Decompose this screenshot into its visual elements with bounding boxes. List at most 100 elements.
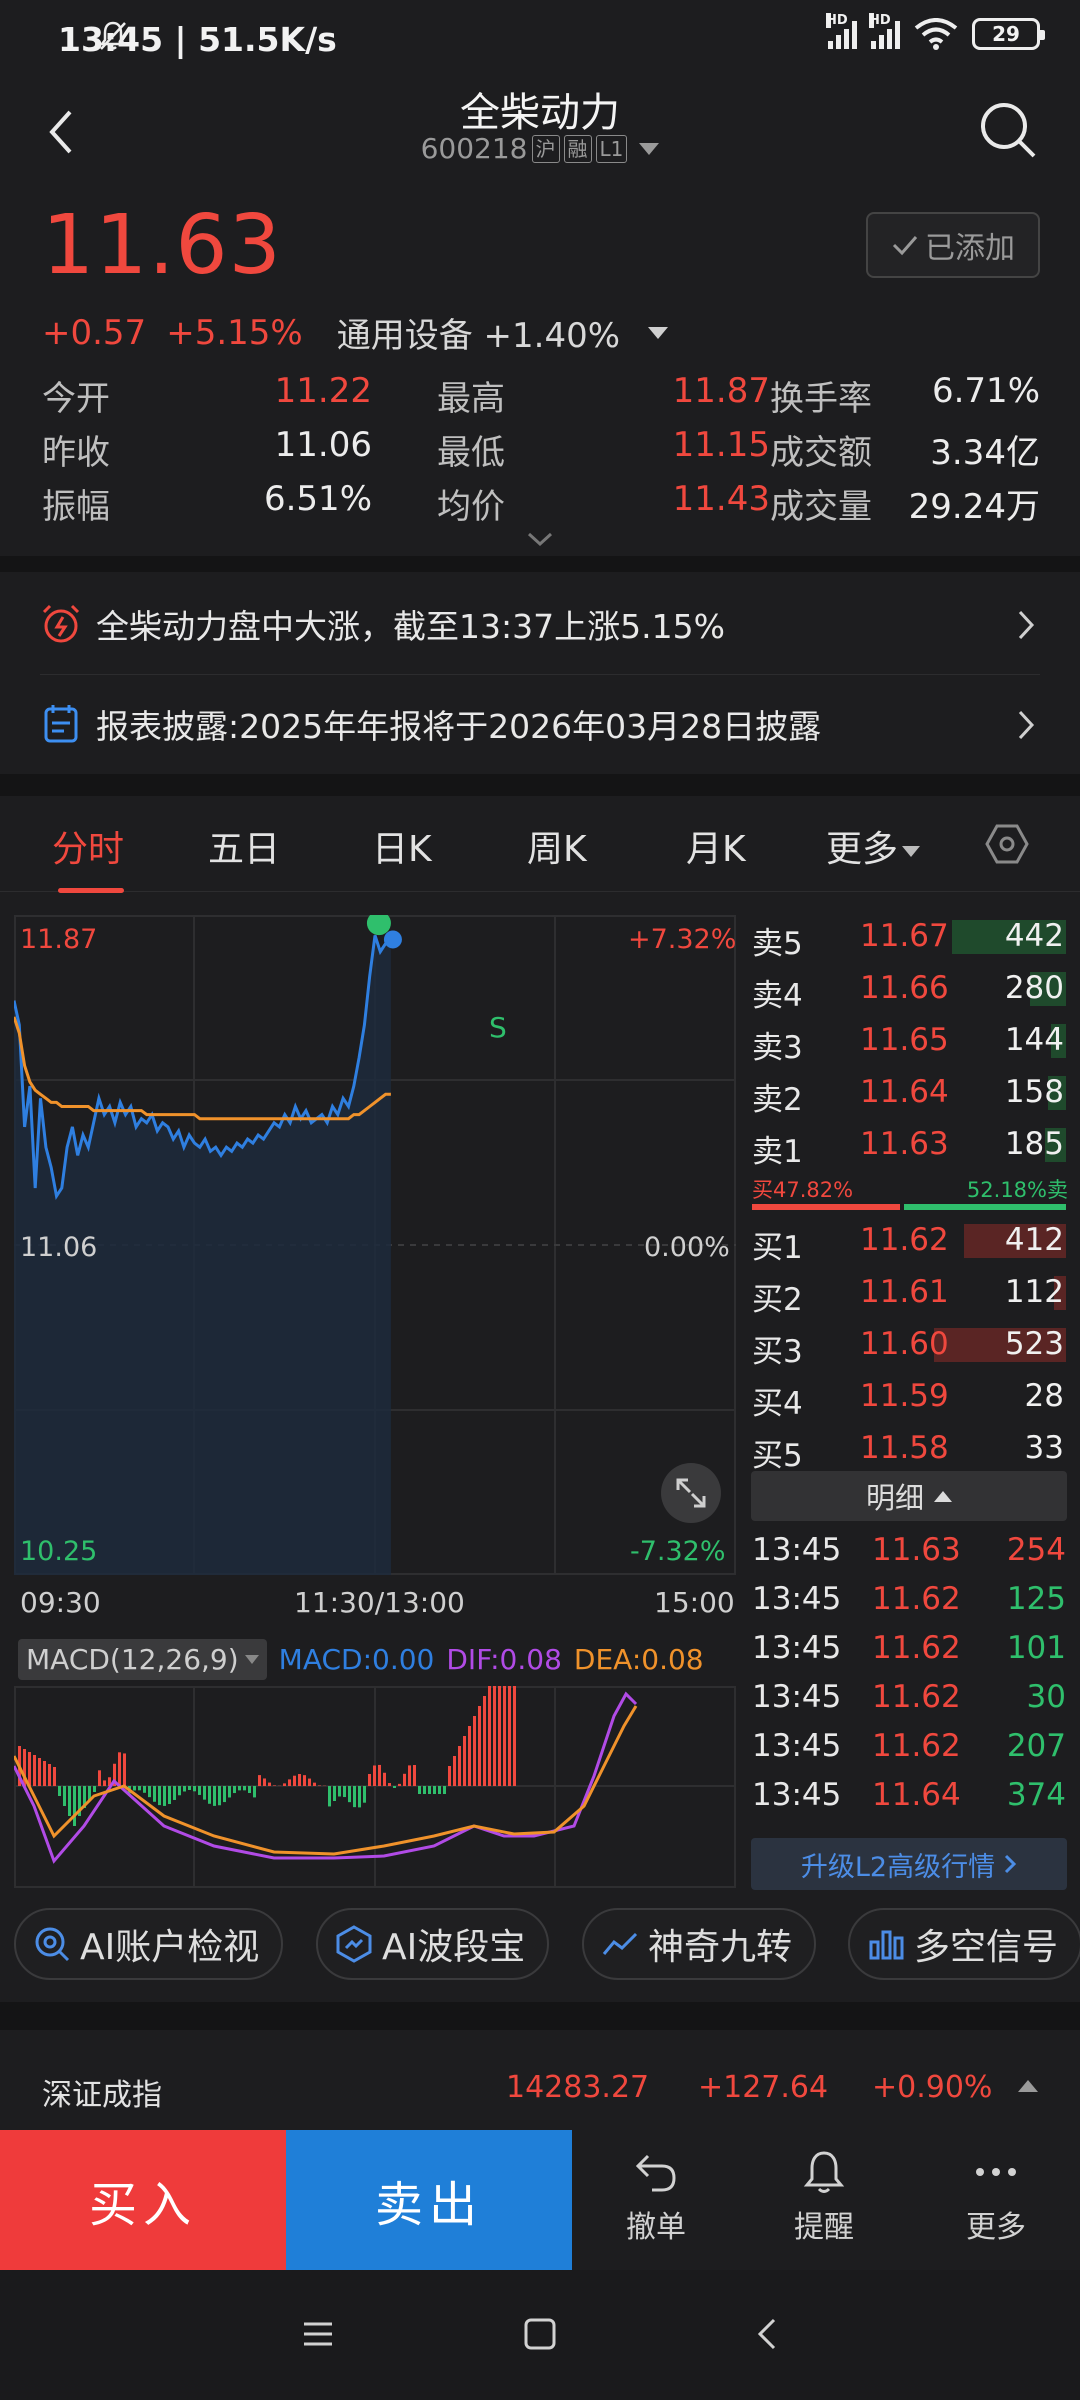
buy-level-row[interactable]: 买3 11.60 523 [750, 1318, 1068, 1370]
check-icon [892, 236, 918, 256]
macd-histogram-bar [478, 1706, 481, 1786]
level-label: 卖4 [752, 978, 803, 1014]
tick-time: 13:45 [752, 1532, 842, 1568]
stock-code-row[interactable]: 600218 沪 融 L1 [0, 132, 1080, 165]
macd-histogram-bar [268, 1782, 271, 1786]
more-button[interactable]: 更多 [936, 2148, 1056, 2246]
system-nav-bar [0, 2270, 1080, 2400]
indicator-selector[interactable]: MACD(12,26,9) [18, 1638, 267, 1680]
level-volume: 33 [1024, 1430, 1064, 1466]
stock-name: 全柴动力 [460, 90, 620, 136]
sell-level-row[interactable]: 卖4 11.66 280 [750, 962, 1068, 1014]
price-alert-notice[interactable]: 全柴动力盘中大涨，截至13:37上涨5.15% [0, 576, 1080, 672]
detail-label: 明细 [865, 1481, 924, 1515]
tick-time: 13:45 [752, 1777, 842, 1813]
tab-more[interactable]: 更多 [826, 820, 921, 872]
tab-five-day[interactable]: 五日 [208, 820, 280, 872]
buy-level-row[interactable]: 买1 11.62 412 [750, 1214, 1068, 1266]
stat-value: 29.24万 [908, 486, 1040, 527]
macd-histogram-bar [353, 1786, 356, 1808]
intraday-chart[interactable] [14, 915, 736, 1575]
tab-daily-k[interactable]: 日K [372, 820, 432, 872]
chevron-right-icon [1018, 610, 1035, 640]
tick-row: 13:45 11.63 254 [750, 1528, 1068, 1577]
time-axis-end: 15:00 [654, 1586, 735, 1619]
price-alert-button[interactable]: 提醒 [764, 2148, 884, 2246]
menu-icon[interactable] [298, 2314, 338, 2354]
tick-volume: 30 [1026, 1679, 1066, 1715]
macd-histogram-bar [43, 1761, 46, 1786]
stat-label: 均价 [437, 486, 505, 527]
level-label: 买3 [752, 1334, 803, 1370]
index-change: +127.64 [698, 2070, 829, 2105]
home-icon[interactable] [520, 2314, 560, 2354]
tab-intraday[interactable]: 分时 [52, 820, 124, 872]
expand-chevron-icon[interactable] [526, 530, 554, 548]
tick-price: 11.62 [872, 1581, 961, 1617]
tick-price: 11.62 [872, 1679, 961, 1715]
chip-magic-nine[interactable]: 神奇九转 [582, 1908, 817, 1980]
tick-row: 13:45 11.62 207 [750, 1724, 1068, 1773]
stat-label: 昨收 [42, 432, 110, 473]
macd-histogram-bar [68, 1786, 71, 1816]
level-volume: 523 [1004, 1326, 1064, 1362]
macd-histogram-bar [483, 1696, 486, 1786]
tab-weekly-k[interactable]: 周K [527, 820, 587, 872]
status-icons: HD HD 29 [99, 13, 1045, 50]
macd-histogram-bar [428, 1786, 431, 1794]
watchlist-added-button[interactable]: 已添加 [866, 212, 1040, 278]
report-text: 报表披露:2025年年报将于2026年03月28日披露 [96, 707, 822, 746]
fullscreen-icon[interactable] [660, 1462, 722, 1524]
macd-histogram-bar [248, 1786, 251, 1794]
margin-tag: 融 [563, 134, 592, 163]
report-notice[interactable]: 报表披露:2025年年报将于2026年03月28日披露 [0, 676, 1080, 772]
price-change-row: +0.57 +5.15% 通用设备 +1.40% [42, 308, 669, 357]
buy-level-row[interactable]: 买5 11.58 33 [750, 1422, 1068, 1474]
industry-caret-icon[interactable] [648, 326, 669, 339]
cancel-order-button[interactable]: 撤单 [596, 2148, 716, 2246]
sell-button[interactable]: 卖出 [286, 2130, 572, 2270]
chart-settings-icon[interactable] [985, 822, 1029, 866]
section-divider [0, 2002, 1080, 2030]
more-label: 更多 [966, 2210, 1026, 2245]
buy-sell-ratio: 买47.82% 52.18%卖 [750, 1172, 1068, 1212]
tab-monthly-k[interactable]: 月K [686, 820, 746, 872]
back-icon[interactable] [748, 2314, 788, 2354]
upgrade-l2-button[interactable]: 升级L2高级行情 [751, 1838, 1067, 1890]
index-ticker[interactable]: 深证成指 14283.27 +127.64 +0.90% [0, 2030, 1080, 2130]
macd-histogram-bar [348, 1786, 351, 1803]
macd-histogram-bar [173, 1786, 176, 1800]
macd-histogram-bar [238, 1786, 241, 1791]
sell-level-row[interactable]: 卖1 11.63 185 [750, 1118, 1068, 1170]
chip-label: AI波段宝 [382, 1927, 526, 1968]
dea-value: DEA:0.08 [573, 1642, 704, 1676]
chip-ai-account-review[interactable]: AI账户检视 [14, 1908, 284, 1980]
macd-histogram-bar [198, 1786, 201, 1795]
macd-histogram-bar [308, 1778, 311, 1786]
macd-histogram-bar [228, 1786, 231, 1798]
macd-histogram-bar [193, 1786, 196, 1792]
level-volume: 112 [1004, 1274, 1064, 1310]
buy-level-row[interactable]: 买4 11.59 28 [750, 1370, 1068, 1422]
average-price-line [14, 1016, 391, 1121]
macd-histogram-bar [243, 1786, 246, 1791]
chip-ai-swing[interactable]: AI波段宝 [316, 1908, 550, 1980]
industry-link[interactable]: 通用设备 +1.40% [337, 308, 620, 357]
macd-histogram-bar [208, 1786, 211, 1804]
trade-detail-button[interactable]: 明细 [751, 1471, 1067, 1521]
macd-chart[interactable] [14, 1686, 736, 1888]
buy-button[interactable]: 买入 [0, 2130, 286, 2270]
macd-histogram-bar [293, 1775, 296, 1786]
sell-level-row[interactable]: 卖5 11.67 442 [750, 910, 1068, 962]
sell-level-row[interactable]: 卖2 11.64 158 [750, 1066, 1068, 1118]
notice-divider [40, 674, 1040, 675]
chip-bull-bear-signal[interactable]: 多空信号 [848, 1908, 1080, 1980]
search-icon[interactable] [976, 98, 1040, 162]
level-price: 11.67 [860, 918, 949, 954]
macd-histogram-bar [168, 1786, 171, 1805]
trend-line-icon [602, 1932, 638, 1955]
sell-level-row[interactable]: 卖3 11.65 144 [750, 1014, 1068, 1066]
sell-ratio-bar [904, 1204, 1066, 1210]
buy-level-row[interactable]: 买2 11.61 112 [750, 1266, 1068, 1318]
bell-icon [803, 2151, 845, 2193]
